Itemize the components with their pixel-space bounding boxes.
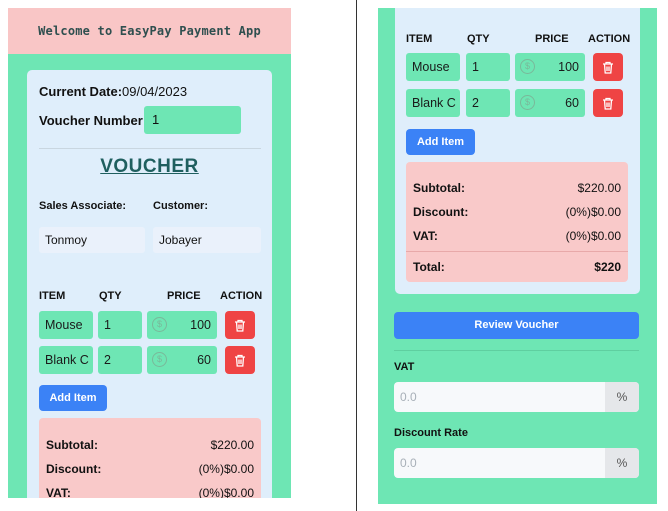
trash-icon [235, 354, 245, 367]
customer-label: Customer: [153, 200, 209, 212]
delete-item-button[interactable] [225, 346, 255, 374]
current-date-value: 09/04/2023 [122, 84, 188, 99]
add-item-button[interactable]: Add Item [406, 129, 475, 155]
voucher-card-scrolled: ITEM QTY PRICE ACTION Mouse 1 $ 100 Blan… [395, 8, 640, 294]
item-price-value: 60 [565, 96, 579, 110]
item-price-input[interactable]: $ 100 [147, 311, 217, 339]
dollar-circle-icon: $ [520, 95, 535, 110]
discount-value: (0%)$0.00 [198, 462, 254, 476]
subtotal-label: Subtotal: [46, 438, 98, 452]
card-divider [39, 148, 261, 149]
delete-item-button[interactable] [593, 89, 623, 117]
review-voucher-button[interactable]: Review Voucher [394, 312, 639, 339]
sales-associate-label: Sales Associate: [39, 200, 127, 212]
vat-value: (0%)$0.00 [198, 486, 254, 498]
trash-icon [235, 319, 245, 332]
panel-divider [356, 0, 357, 511]
item-price-input[interactable]: $ 60 [147, 346, 217, 374]
summary-divider [406, 251, 628, 252]
discount-value: (0%)$0.00 [565, 205, 621, 219]
percent-suffix: % [605, 448, 639, 478]
header-action: ACTION [588, 33, 631, 45]
discount-rate-input[interactable]: 0.0 % [394, 448, 639, 478]
item-price-value: 60 [197, 353, 211, 367]
current-date-label: Current Date: [39, 84, 123, 99]
customer-value: Jobayer [153, 227, 261, 253]
voucher-card: Current Date: 09/04/2023 Voucher Number:… [27, 70, 272, 498]
voucher-number-label: Voucher Number: [39, 113, 148, 128]
discount-rate-value: 0.0 [400, 456, 417, 470]
item-name-input[interactable]: Blank C [406, 89, 460, 117]
item-qty-input[interactable]: 2 [466, 89, 510, 117]
item-price-value: 100 [190, 318, 211, 332]
vat-value: (0%)$0.00 [565, 229, 621, 243]
item-price-value: 100 [558, 60, 579, 74]
header-item: ITEM [406, 33, 433, 45]
welcome-title: Welcome to EasyPay Payment App [38, 24, 261, 38]
discount-rate-label: Discount Rate [394, 427, 468, 439]
item-price-input[interactable]: $ 100 [515, 53, 585, 81]
header-price: PRICE [167, 290, 201, 302]
subtotal-value: $220.00 [210, 438, 254, 452]
summary-box: Subtotal: $220.00 Discount: (0%)$0.00 VA… [39, 418, 261, 498]
trash-icon [603, 97, 613, 110]
vat-field-label: VAT [394, 361, 415, 373]
voucher-number-input[interactable]: 1 [144, 106, 241, 134]
percent-suffix: % [605, 382, 639, 412]
vat-label: VAT: [46, 486, 71, 498]
item-price-input[interactable]: $ 60 [515, 89, 585, 117]
dollar-circle-icon: $ [520, 59, 535, 74]
delete-item-button[interactable] [593, 53, 623, 81]
item-name-input[interactable]: Blank C [39, 346, 93, 374]
section-divider [394, 350, 639, 351]
right-screen: ITEM QTY PRICE ACTION Mouse 1 $ 100 Blan… [378, 8, 657, 504]
add-item-button[interactable]: Add Item [39, 385, 107, 411]
voucher-title: VOUCHER [100, 156, 199, 177]
summary-box: Subtotal: $220.00 Discount: (0%)$0.00 VA… [406, 162, 628, 282]
header-price: PRICE [535, 33, 569, 45]
header-action: ACTION [220, 290, 263, 302]
discount-label: Discount: [413, 205, 469, 219]
sales-associate-value: Tonmoy [39, 227, 145, 253]
vat-input-value: 0.0 [400, 390, 417, 404]
app-header: Welcome to EasyPay Payment App [8, 8, 291, 54]
header-qty: QTY [467, 33, 490, 45]
vat-input[interactable]: 0.0 % [394, 382, 639, 412]
item-qty-input[interactable]: 1 [466, 53, 510, 81]
delete-item-button[interactable] [225, 311, 255, 339]
dollar-circle-icon: $ [152, 352, 167, 367]
item-qty-input[interactable]: 1 [98, 311, 142, 339]
total-value: $220 [594, 260, 621, 274]
subtotal-label: Subtotal: [413, 181, 465, 195]
subtotal-value: $220.00 [577, 181, 621, 195]
total-label: Total: [413, 260, 445, 274]
vat-label: VAT: [413, 229, 438, 243]
dollar-circle-icon: $ [152, 317, 167, 332]
trash-icon [603, 61, 613, 74]
item-name-input[interactable]: Mouse [406, 53, 460, 81]
item-name-input[interactable]: Mouse [39, 311, 93, 339]
header-qty: QTY [99, 290, 122, 302]
header-item: ITEM [39, 290, 66, 302]
item-qty-input[interactable]: 2 [98, 346, 142, 374]
left-screen: Welcome to EasyPay Payment App Current D… [8, 8, 291, 498]
discount-label: Discount: [46, 462, 102, 476]
